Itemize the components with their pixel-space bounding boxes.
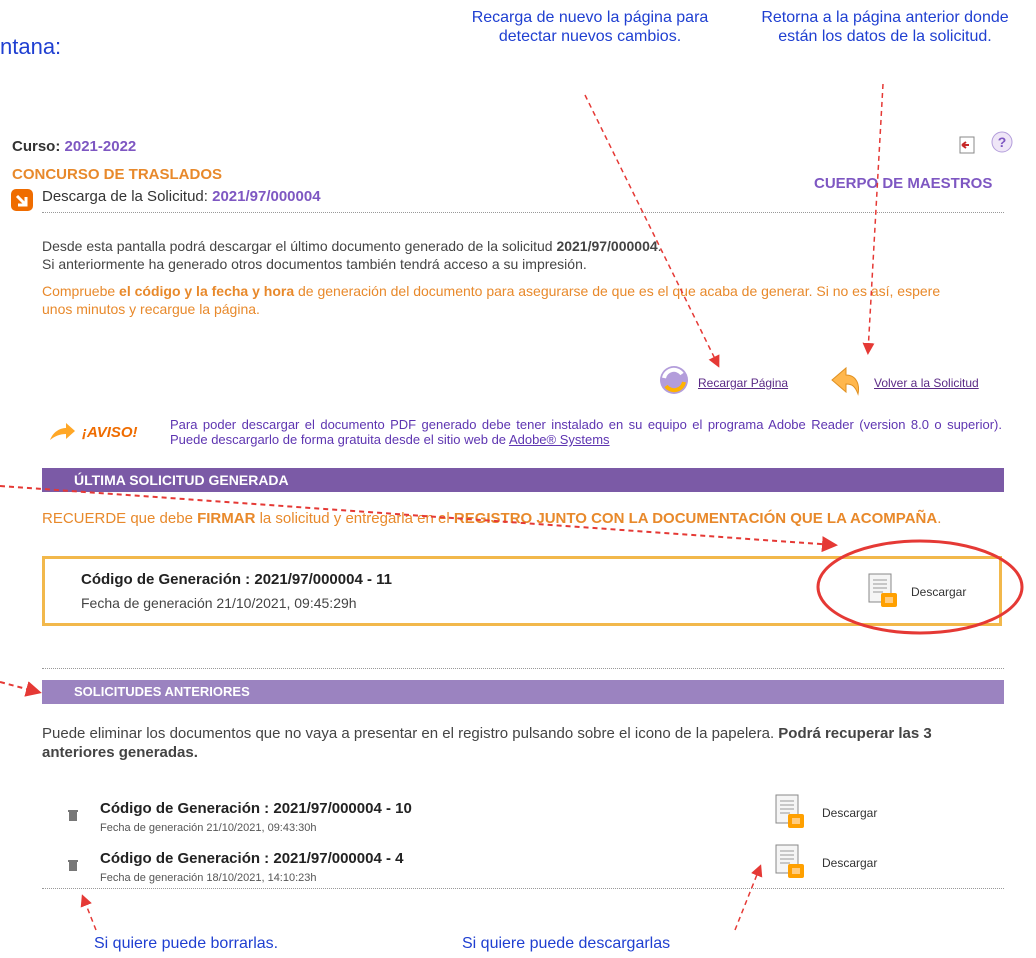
annotation-arrows (0, 83, 1024, 931)
